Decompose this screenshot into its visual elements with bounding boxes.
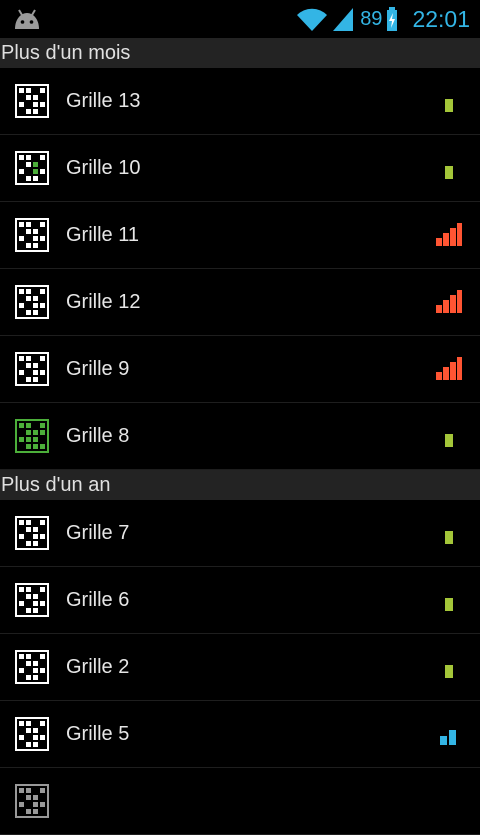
list-item[interactable]: Grille 11 <box>0 202 480 269</box>
grid-name: Grille 2 <box>66 655 130 678</box>
grid-name: Grille 11 <box>66 223 139 246</box>
list-item[interactable]: Grille 7 <box>0 500 480 567</box>
difficulty-easy-icon <box>436 423 462 451</box>
grid-white-icon <box>15 285 49 319</box>
list-item[interactable]: Grille 10 <box>0 135 480 202</box>
difficulty-hard-icon <box>436 289 462 317</box>
status-bar: 89 22:01 <box>0 0 480 38</box>
difficulty-easy-icon <box>436 654 462 682</box>
battery-percent: 89 <box>360 7 383 30</box>
difficulty-medium-icon <box>436 721 462 749</box>
grid-name: Grille 5 <box>66 722 130 745</box>
difficulty-easy-icon <box>436 587 462 615</box>
grid-white-icon <box>15 218 49 252</box>
android-icon <box>15 9 39 29</box>
list-item[interactable]: Grille 2 <box>0 634 480 701</box>
difficulty-easy-icon <box>436 520 462 548</box>
list-item[interactable]: Grille 6 <box>0 567 480 634</box>
grid-partial-green-icon <box>15 151 49 185</box>
grid-green-icon <box>15 419 49 453</box>
list-item[interactable]: Grille 5 <box>0 701 480 768</box>
grid-name: Grille 7 <box>66 521 130 544</box>
grid-name: Grille 6 <box>66 588 130 611</box>
grid-list: Plus d'un mois Grille 13 Grille 10 Grille 1… <box>0 38 480 835</box>
grid-white-icon <box>15 717 49 751</box>
signal-icon <box>333 8 354 31</box>
grid-name: Grille 8 <box>66 424 130 447</box>
grid-name: Grille 12 <box>66 290 141 313</box>
difficulty-easy-icon <box>436 88 462 116</box>
list-item[interactable] <box>0 768 480 835</box>
difficulty-easy-icon <box>436 155 462 183</box>
grid-white-icon <box>15 650 49 684</box>
battery-charging-icon <box>387 7 398 31</box>
list-item[interactable]: Grille 12 <box>0 269 480 336</box>
grid-white-icon <box>15 784 49 818</box>
difficulty-hard-icon <box>436 222 462 250</box>
clock: 22:01 <box>412 5 470 32</box>
grid-name: Grille 9 <box>66 357 130 380</box>
section-header: Plus d'un mois <box>0 38 480 68</box>
grid-white-icon <box>15 583 49 617</box>
list-item[interactable]: Grille 9 <box>0 336 480 403</box>
grid-name: Grille 13 <box>66 89 141 112</box>
grid-white-icon <box>15 84 49 118</box>
difficulty-hard-icon <box>436 356 462 384</box>
list-item[interactable]: Grille 13 <box>0 68 480 135</box>
grid-white-icon <box>15 516 49 550</box>
grid-white-icon <box>15 352 49 386</box>
grid-name: Grille 10 <box>66 156 141 179</box>
list-item[interactable]: Grille 8 <box>0 403 480 470</box>
section-header: Plus d'un an <box>0 470 480 500</box>
wifi-icon <box>297 8 328 31</box>
